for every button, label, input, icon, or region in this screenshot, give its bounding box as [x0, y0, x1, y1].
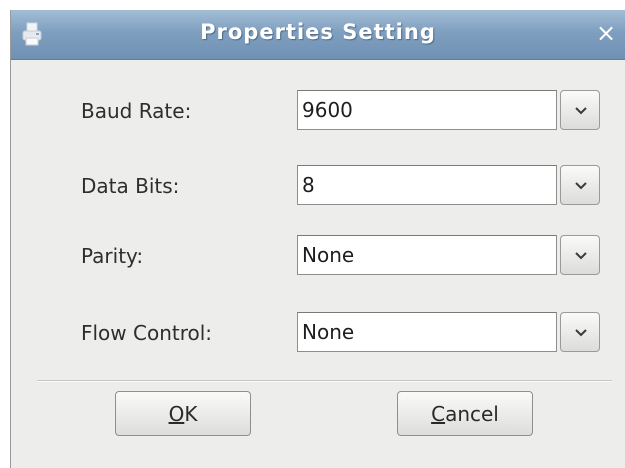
properties-dialog: Properties Setting × Baud Rate: Data Bit…: [10, 10, 625, 468]
dialog-title: Properties Setting: [200, 20, 436, 44]
chevron-down-icon: [575, 329, 587, 337]
button-separator: [37, 380, 612, 382]
chevron-down-icon: [575, 182, 587, 190]
data-bits-label: Data Bits:: [81, 174, 180, 198]
flow-control-field[interactable]: [297, 312, 557, 352]
baud-rate-dropdown-button[interactable]: [560, 90, 600, 130]
cancel-label-rest: ancel: [445, 401, 499, 426]
close-icon[interactable]: ×: [593, 20, 619, 46]
ok-button[interactable]: OK: [115, 391, 251, 436]
baud-rate-combo: [297, 90, 603, 132]
cancel-mnemonic: C: [431, 401, 446, 426]
flow-control-combo: [297, 312, 603, 354]
baud-rate-field[interactable]: [297, 90, 557, 130]
cancel-button[interactable]: Cancel: [397, 391, 533, 436]
baud-rate-label: Baud Rate:: [81, 99, 192, 123]
data-bits-dropdown-button[interactable]: [560, 165, 600, 205]
parity-label: Parity:: [81, 244, 144, 268]
flow-control-dropdown-button[interactable]: [560, 312, 600, 352]
chevron-down-icon: [575, 252, 587, 260]
title-bar[interactable]: Properties Setting ×: [11, 10, 625, 60]
flow-control-label: Flow Control:: [81, 321, 213, 345]
data-bits-combo: [297, 165, 603, 207]
ok-mnemonic: O: [168, 401, 185, 426]
parity-combo: [297, 235, 603, 277]
data-bits-field[interactable]: [297, 165, 557, 205]
chevron-down-icon: [575, 107, 587, 115]
parity-dropdown-button[interactable]: [560, 235, 600, 275]
parity-field[interactable]: [297, 235, 557, 275]
ok-label-rest: K: [184, 401, 198, 426]
